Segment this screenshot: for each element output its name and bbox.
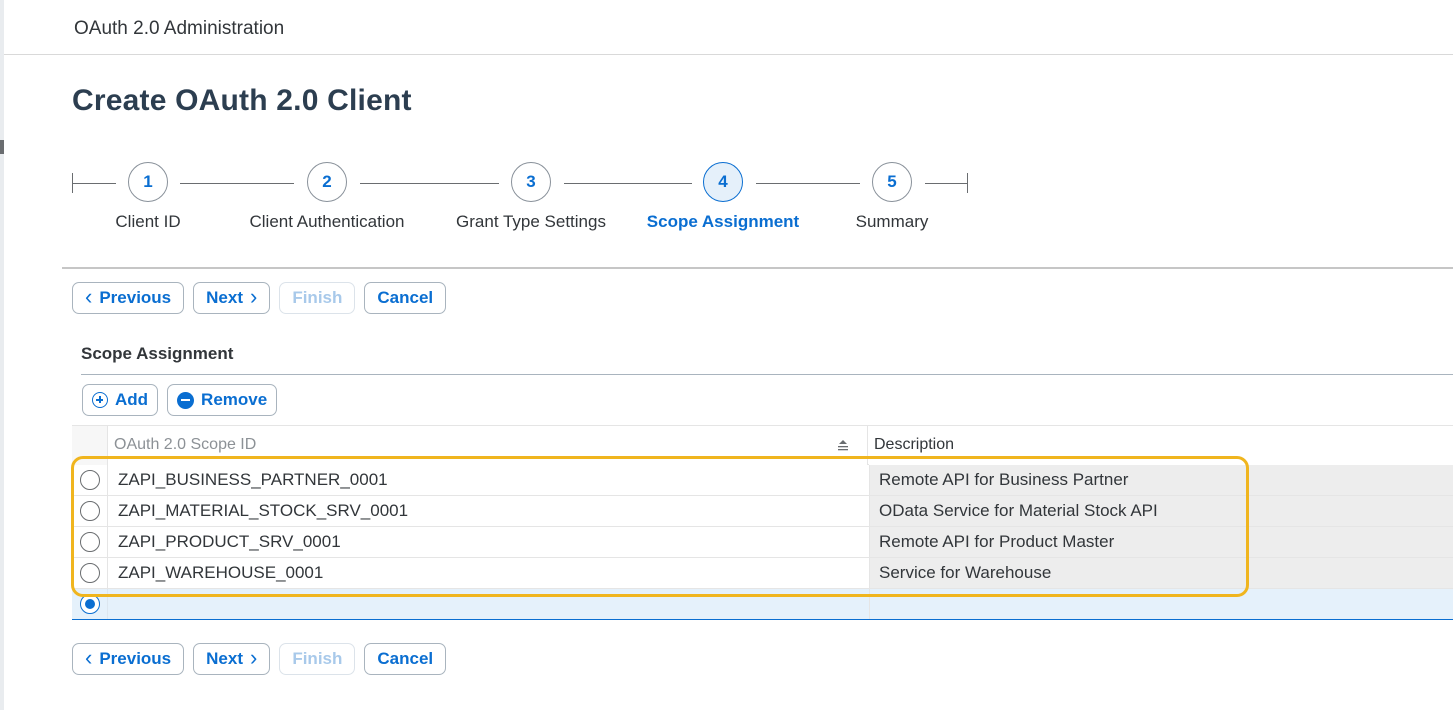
table-toolbar: Add Remove <box>82 384 278 416</box>
wizard-step-label: Summary <box>855 212 929 231</box>
left-edge-marker <box>0 140 4 154</box>
next-button[interactable]: Next › <box>193 643 271 675</box>
table-row-selected-empty[interactable] <box>72 589 1453 620</box>
wizard-connector <box>72 183 116 184</box>
remove-label: Remove <box>201 390 268 409</box>
wizard-connector <box>756 183 860 184</box>
finish-button[interactable]: Finish <box>279 643 356 675</box>
previous-label: Previous <box>99 288 172 307</box>
selection-column-header <box>72 426 107 465</box>
chevron-left-icon: ‹ <box>85 283 93 309</box>
scope-id-cell: ZAPI_WAREHOUSE_0001 <box>107 558 869 588</box>
wizard-step-4[interactable]: 4 <box>703 162 743 202</box>
finish-label: Finish <box>292 288 343 307</box>
row-selector <box>72 558 107 588</box>
wizard-step-label: Grant Type Settings <box>456 212 606 231</box>
section-title: Scope Assignment <box>81 344 234 363</box>
wizard-connector <box>180 183 294 184</box>
row-radio-button[interactable] <box>79 470 100 490</box>
wizard-step-5[interactable]: 5 <box>872 162 912 202</box>
next-button[interactable]: Next › <box>193 282 271 314</box>
cancel-label: Cancel <box>377 649 434 668</box>
chevron-right-icon: › <box>250 644 258 670</box>
section-divider <box>62 267 1453 269</box>
row-selector <box>72 465 107 495</box>
wizard-footer-bottom: ‹ Previous Next › Finish Cancel <box>72 643 447 675</box>
wizard-step-label-active: Scope Assignment <box>646 212 800 231</box>
column-header-label: OAuth 2.0 Scope ID <box>114 436 257 453</box>
scope-id-cell: ZAPI_BUSINESS_PARTNER_0001 <box>107 465 869 495</box>
wizard-step-1[interactable]: 1 <box>128 162 168 202</box>
wizard-step-label: Client ID <box>115 212 181 231</box>
sort-icon[interactable] <box>837 439 849 451</box>
app-title: OAuth 2.0 Administration <box>74 18 285 39</box>
add-label: Add <box>115 390 149 409</box>
table-row[interactable]: ZAPI_WAREHOUSE_0001 Service for Warehous… <box>72 558 1453 589</box>
add-button[interactable]: Add <box>82 384 159 416</box>
scope-id-cell <box>107 589 869 619</box>
column-header-label: Description <box>874 436 955 453</box>
column-header-description[interactable]: Description <box>869 426 1453 465</box>
cancel-label: Cancel <box>377 288 434 307</box>
next-label: Next <box>206 649 243 668</box>
scope-table: OAuth 2.0 Scope ID Description ZAPI_BUSI… <box>72 425 1453 620</box>
chevron-left-icon: ‹ <box>85 644 93 670</box>
cancel-button[interactable]: Cancel <box>364 282 447 314</box>
wizard-end-cap <box>967 173 968 193</box>
scope-id-cell: ZAPI_MATERIAL_STOCK_SRV_0001 <box>107 496 869 526</box>
description-cell: Remote API for Product Master <box>869 527 1453 557</box>
finish-button[interactable]: Finish <box>279 282 356 314</box>
description-cell: Remote API for Business Partner <box>869 465 1453 495</box>
wizard-footer-top: ‹ Previous Next › Finish Cancel <box>72 282 447 314</box>
table-row[interactable]: ZAPI_PRODUCT_SRV_0001 Remote API for Pro… <box>72 527 1453 558</box>
row-radio-button[interactable] <box>79 532 100 552</box>
finish-label: Finish <box>292 649 343 668</box>
shell-header: OAuth 2.0 Administration <box>4 0 1453 55</box>
add-icon <box>92 392 108 408</box>
row-selector <box>72 527 107 557</box>
wizard-step-2[interactable]: 2 <box>307 162 347 202</box>
row-selector <box>72 589 107 619</box>
remove-button[interactable]: Remove <box>167 384 278 416</box>
table-row[interactable]: ZAPI_BUSINESS_PARTNER_0001 Remote API fo… <box>72 465 1453 496</box>
description-cell: OData Service for Material Stock API <box>869 496 1453 526</box>
wizard-connector <box>925 183 967 184</box>
row-selector <box>72 496 107 526</box>
wizard-progress: 1 2 3 4 5 Client ID Client Authenticatio… <box>72 162 972 242</box>
table-row[interactable]: ZAPI_MATERIAL_STOCK_SRV_0001 OData Servi… <box>72 496 1453 527</box>
row-radio-button-selected[interactable] <box>79 594 100 614</box>
previous-button[interactable]: ‹ Previous <box>72 282 185 314</box>
description-cell: Service for Warehouse <box>869 558 1453 588</box>
wizard-connector <box>564 183 692 184</box>
wizard-step-3[interactable]: 3 <box>511 162 551 202</box>
table-header: OAuth 2.0 Scope ID Description <box>72 425 1453 465</box>
row-radio-button[interactable] <box>79 501 100 521</box>
section-underline <box>81 374 1453 375</box>
column-header-scope-id[interactable]: OAuth 2.0 Scope ID <box>107 426 868 465</box>
page-title: Create OAuth 2.0 Client <box>72 84 412 117</box>
remove-icon <box>177 391 195 409</box>
chevron-right-icon: › <box>250 283 258 309</box>
wizard-connector <box>360 183 499 184</box>
cancel-button[interactable]: Cancel <box>364 643 447 675</box>
description-cell <box>869 589 1453 619</box>
previous-label: Previous <box>99 649 172 668</box>
next-label: Next <box>206 288 243 307</box>
table-body: ZAPI_BUSINESS_PARTNER_0001 Remote API fo… <box>72 465 1453 620</box>
wizard-step-label: Client Authentication <box>249 212 405 231</box>
scope-id-cell: ZAPI_PRODUCT_SRV_0001 <box>107 527 869 557</box>
left-window-edge <box>0 0 4 710</box>
row-radio-button[interactable] <box>79 563 100 583</box>
previous-button[interactable]: ‹ Previous <box>72 643 185 675</box>
